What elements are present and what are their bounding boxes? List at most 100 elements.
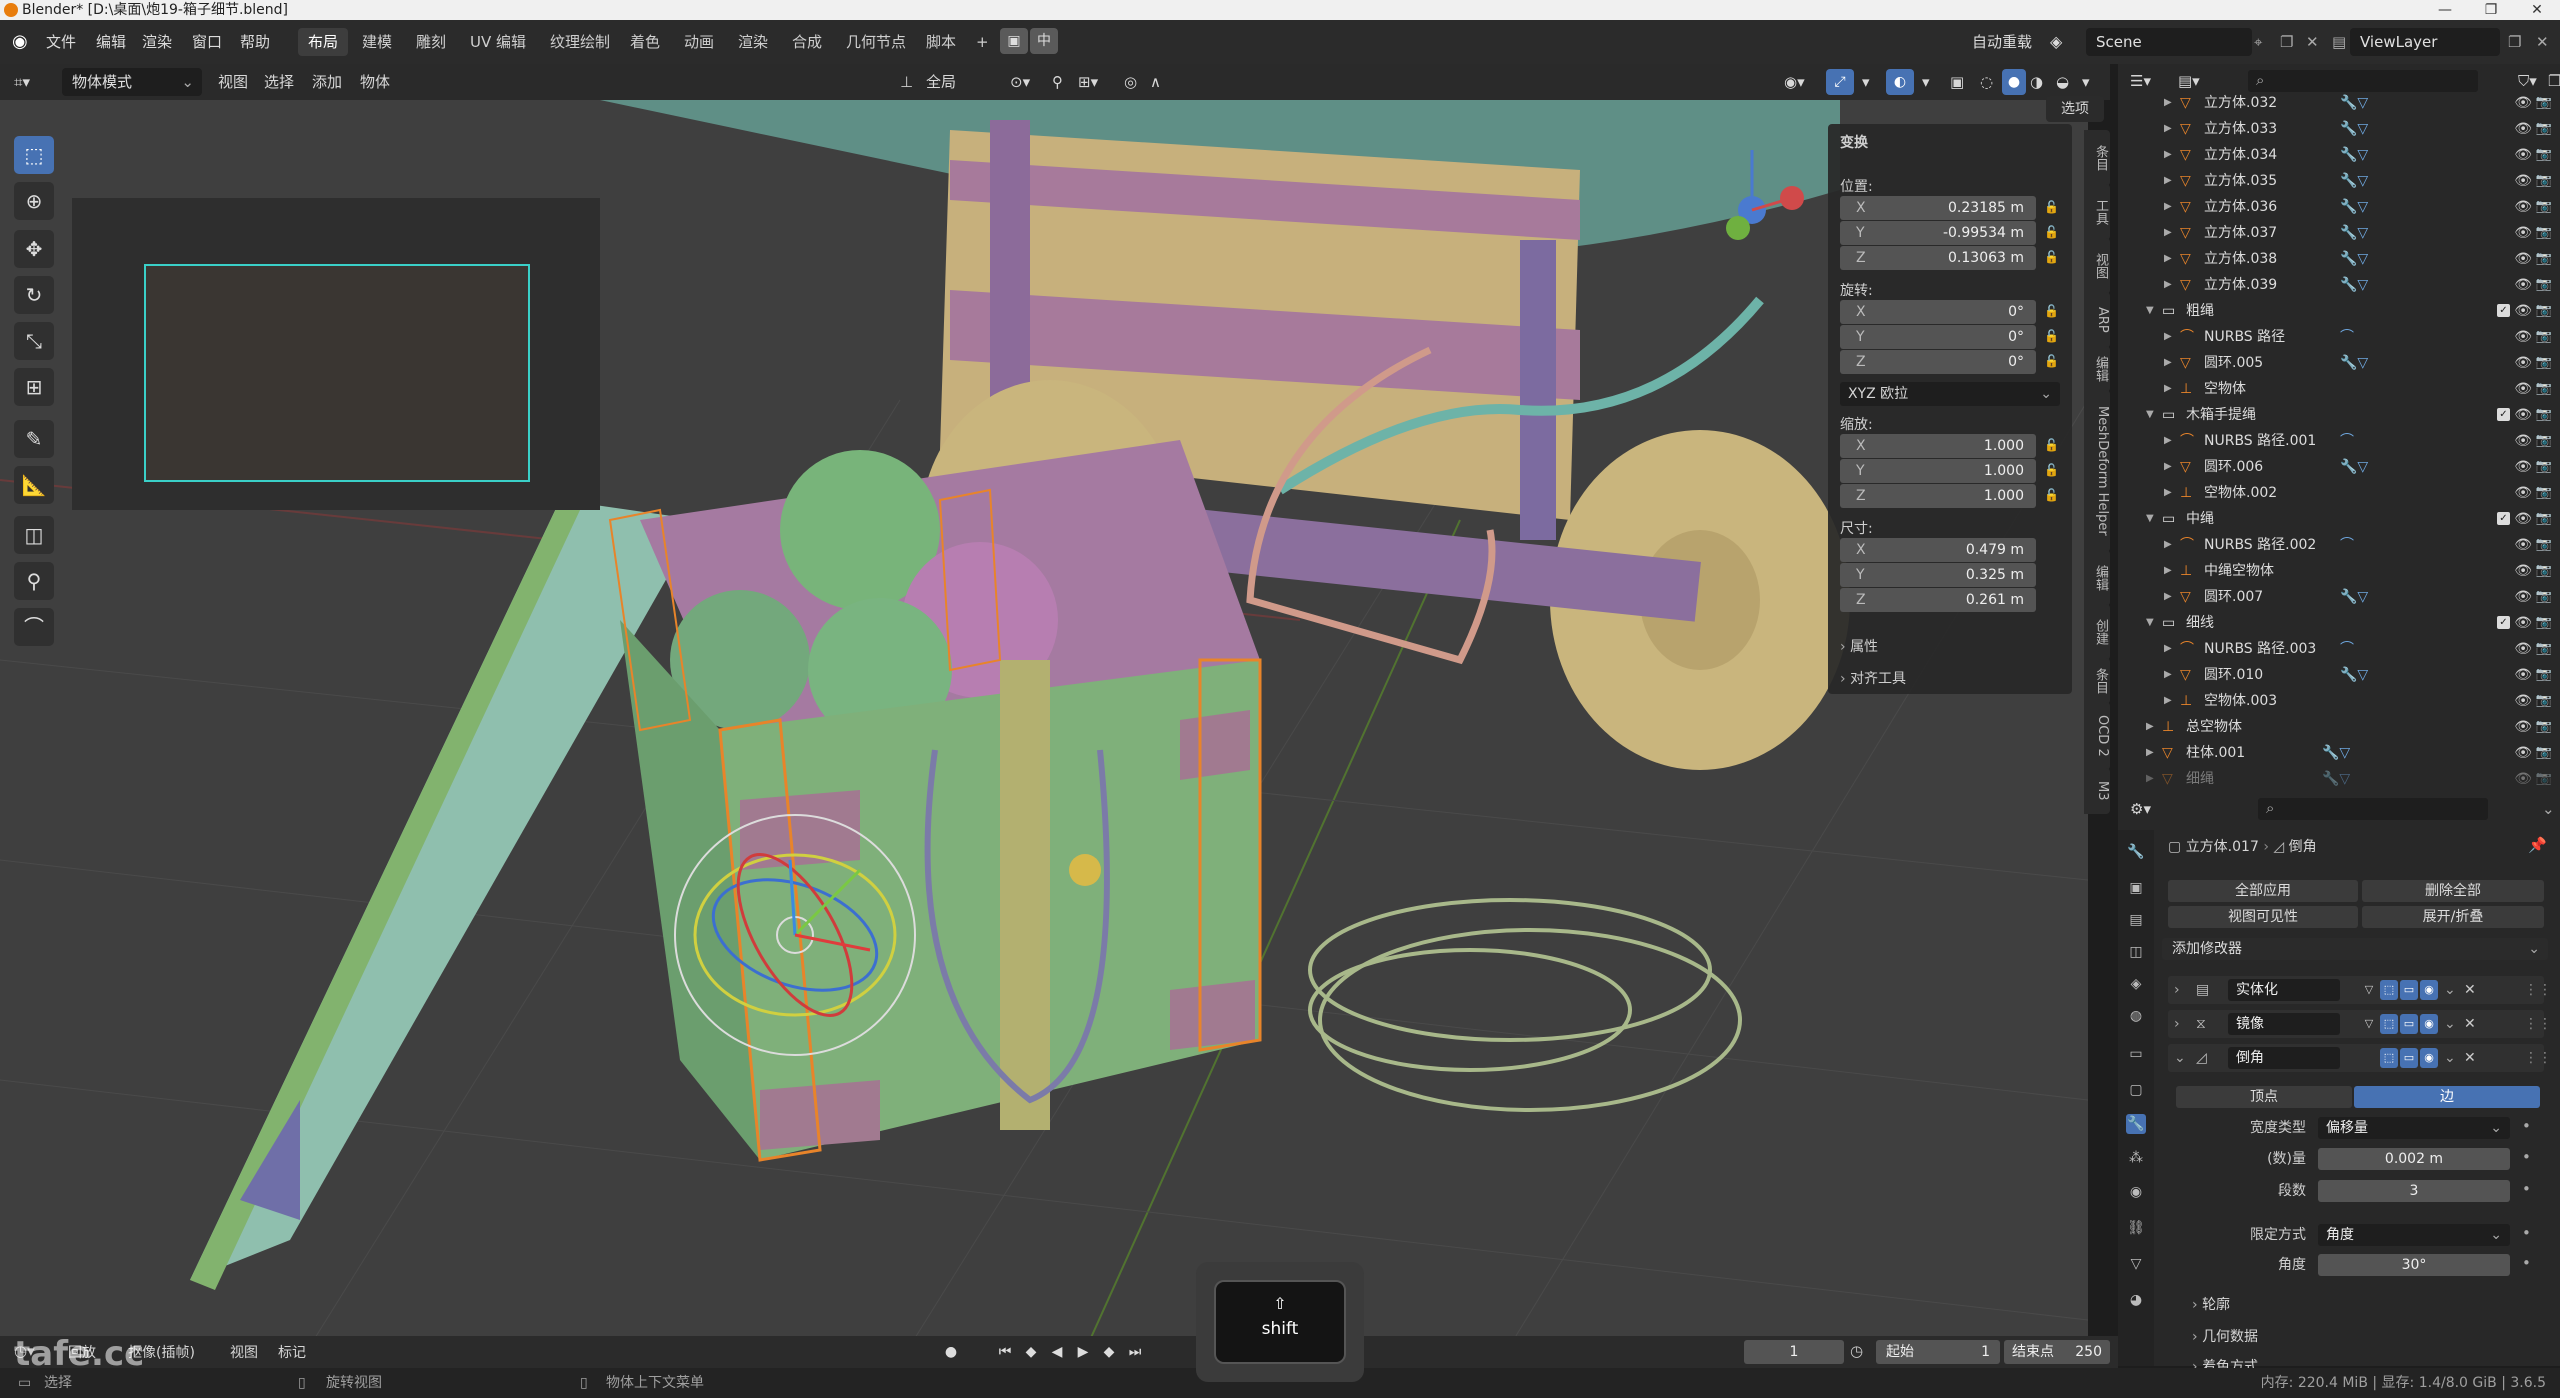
- modifier-tab-icon[interactable]: 🔧: [2126, 1114, 2146, 1134]
- render-camera-icon[interactable]: 📷: [2536, 454, 2552, 480]
- vertex-filter-icon[interactable]: ▽: [2360, 1014, 2378, 1034]
- maximize-button[interactable]: ❐: [2468, 0, 2514, 20]
- screenshot-icon[interactable]: ▣: [1000, 28, 1028, 54]
- rotation-x-field[interactable]: X 0°: [1840, 300, 2036, 324]
- expand-toggle-icon[interactable]: ▶: [2164, 168, 2172, 194]
- side-tab-arp[interactable]: ARP: [2084, 292, 2110, 348]
- outliner-row[interactable]: ▶ ⌒ NURBS 路径 ⌒ 👁 📷: [2118, 324, 2560, 350]
- expand-toggle-icon[interactable]: ▶: [2164, 90, 2172, 116]
- timeline-view-menu[interactable]: 视图: [230, 1342, 258, 1362]
- eyedropper-tool-icon[interactable]: ⚲: [14, 562, 54, 600]
- modifier-indicator-icon[interactable]: 🔧▽: [2340, 662, 2368, 688]
- shading-subpanel[interactable]: › 着色方式: [2192, 1356, 2258, 1368]
- visibility-eye-icon[interactable]: 👁: [2514, 740, 2532, 766]
- outliner-row[interactable]: ▶ ▽ 柱体.001 🔧▽ 👁 📷: [2118, 740, 2560, 766]
- render-camera-icon[interactable]: 📷: [2536, 272, 2552, 298]
- visibility-eye-icon[interactable]: 👁: [2514, 220, 2532, 246]
- overlay-toggle-icon[interactable]: ◐: [1886, 69, 1914, 95]
- expand-toggle-icon[interactable]: ▶: [2164, 558, 2172, 584]
- jump-start-icon[interactable]: ⏮: [996, 1344, 1014, 1360]
- outliner-row[interactable]: ▶ ▽ 立方体.033 🔧▽ 👁 📷: [2118, 116, 2560, 142]
- modifier-indicator-icon[interactable]: ⌒: [2340, 532, 2354, 558]
- modifier-indicator-icon[interactable]: 🔧▽: [2340, 116, 2368, 142]
- move-tool-icon[interactable]: ✥: [14, 230, 54, 268]
- add-modifier-button[interactable]: 添加修改器 ⌄: [2162, 938, 2548, 960]
- expand-toggle-icon[interactable]: ▼: [2146, 506, 2154, 532]
- transform-tool-icon[interactable]: ⊞: [14, 368, 54, 406]
- render-camera-icon[interactable]: 📷: [2536, 610, 2552, 636]
- auto-reload-label[interactable]: 自动重载: [1972, 20, 2032, 64]
- rotate-tool-icon[interactable]: ↻: [14, 276, 54, 314]
- visibility-eye-icon[interactable]: 👁: [2514, 662, 2532, 688]
- visibility-eye-icon[interactable]: 👁: [2514, 506, 2532, 532]
- object-tab-icon[interactable]: ▢: [2126, 1080, 2146, 1100]
- lock-icon[interactable]: 🔓: [2044, 200, 2060, 216]
- outliner-row[interactable]: ▼ ▭ 粗绳 ✓ 👁 📷: [2118, 298, 2560, 324]
- modifier-indicator-icon[interactable]: 🔧▽: [2340, 584, 2368, 610]
- remove-view-layer-icon[interactable]: ✕: [2536, 20, 2549, 64]
- exclude-checkbox[interactable]: ✓: [2497, 304, 2510, 317]
- menu-select[interactable]: 选择: [264, 64, 294, 100]
- tab-compositing[interactable]: 合成: [782, 28, 832, 56]
- outliner-row[interactable]: ▼ ▭ 中绳 ✓ 👁 📷: [2118, 506, 2560, 532]
- chevron-down-icon[interactable]: ⌄: [2174, 1044, 2186, 1072]
- properties-search-input[interactable]: ⌕: [2258, 798, 2488, 820]
- outliner-row[interactable]: ▼ ▭ 木箱手提绳 ✓ 👁 📷: [2118, 402, 2560, 428]
- visibility-eye-icon[interactable]: 👁: [2514, 688, 2532, 714]
- mode-selector[interactable]: 物体模式 ⌄: [62, 68, 202, 96]
- render-camera-icon[interactable]: 📷: [2536, 142, 2552, 168]
- close-icon[interactable]: ✕: [2464, 1010, 2476, 1038]
- expand-toggle-icon[interactable]: ▶: [2164, 350, 2172, 376]
- chevron-down-icon[interactable]: ⌄: [2444, 976, 2456, 1004]
- lock-icon[interactable]: 🔓: [2044, 354, 2060, 370]
- outliner-row[interactable]: ▶ ⊥ 空物体 👁 📷: [2118, 376, 2560, 402]
- close-icon[interactable]: ✕: [2464, 976, 2476, 1004]
- exclude-checkbox[interactable]: ✓: [2497, 512, 2510, 525]
- location-z-field[interactable]: Z 0.13063 m: [1840, 246, 2036, 270]
- overlay-menu-icon[interactable]: ▾: [1922, 64, 1930, 100]
- pivot-icon[interactable]: ⊙▾: [1010, 64, 1030, 100]
- particles-tab-icon[interactable]: ⁂: [2126, 1148, 2146, 1168]
- tab-uv-editing[interactable]: UV 编辑: [460, 28, 536, 56]
- jump-end-icon[interactable]: ⏭: [1126, 1344, 1144, 1360]
- minimize-button[interactable]: —: [2422, 0, 2468, 20]
- close-button[interactable]: ✕: [2514, 0, 2560, 20]
- outliner-row[interactable]: ▶ ⊥ 总空物体 👁 📷: [2118, 714, 2560, 740]
- render-camera-icon[interactable]: 📷: [2536, 350, 2552, 376]
- keyframe-dot-icon[interactable]: •: [2522, 1117, 2531, 1135]
- physics-tab-icon[interactable]: ◉: [2126, 1182, 2146, 1202]
- render-camera-icon[interactable]: 📷: [2536, 402, 2552, 428]
- expand-toggle-icon[interactable]: ▶: [2164, 324, 2172, 350]
- keyframe-dot-icon[interactable]: •: [2522, 1180, 2531, 1198]
- filter-icon[interactable]: ⛉▾: [2518, 72, 2537, 90]
- options-button[interactable]: 选项: [2046, 96, 2104, 122]
- render-camera-icon[interactable]: 📷: [2536, 194, 2552, 220]
- render-camera-icon[interactable]: 📷: [2536, 324, 2552, 350]
- view-layer-icon[interactable]: ▤: [2332, 20, 2346, 64]
- outliner-row[interactable]: ▶ ▽ 圆环.007 🔧▽ 👁 📷: [2118, 584, 2560, 610]
- scale-y-field[interactable]: Y 1.000: [1840, 459, 2036, 483]
- render-camera-icon[interactable]: 📷: [2536, 558, 2552, 584]
- constraints-tab-icon[interactable]: ⛓: [2126, 1218, 2146, 1238]
- lock-icon[interactable]: 🔓: [2044, 250, 2060, 266]
- visibility-eye-icon[interactable]: 👁: [2514, 246, 2532, 272]
- editmode-icon[interactable]: ⬚: [2380, 1014, 2398, 1034]
- visibility-eye-icon[interactable]: 👁: [2514, 584, 2532, 610]
- properties-section-header[interactable]: › 属性: [1840, 636, 1878, 656]
- render-camera-icon[interactable]: 📷: [2536, 168, 2552, 194]
- solid-shading-icon[interactable]: ●: [2002, 69, 2026, 95]
- side-tab-edit-2[interactable]: 编辑: [2084, 550, 2110, 606]
- display-mode-icon[interactable]: ▤▾: [2178, 72, 2200, 90]
- outliner-row[interactable]: ▶ ▽ 圆环.006 🔧▽ 👁 📷: [2118, 454, 2560, 480]
- snap-target-icon[interactable]: ⊞▾: [1078, 64, 1098, 100]
- modifier-indicator-icon[interactable]: ⌒: [2340, 324, 2354, 350]
- visibility-eye-icon[interactable]: 👁: [2514, 168, 2532, 194]
- visibility-eye-icon[interactable]: 👁: [2514, 766, 2532, 792]
- menu-view[interactable]: 视图: [218, 64, 248, 100]
- collection-tab-icon[interactable]: ▭: [2126, 1044, 2146, 1064]
- world-tab-icon[interactable]: ◍: [2126, 1006, 2146, 1026]
- render-tab-icon[interactable]: ▣: [2126, 878, 2146, 898]
- side-tab-item[interactable]: 条目: [2084, 130, 2110, 186]
- curve-tool-icon[interactable]: ⌒: [14, 608, 54, 646]
- drag-handle-icon[interactable]: ⋮⋮: [2524, 1044, 2552, 1072]
